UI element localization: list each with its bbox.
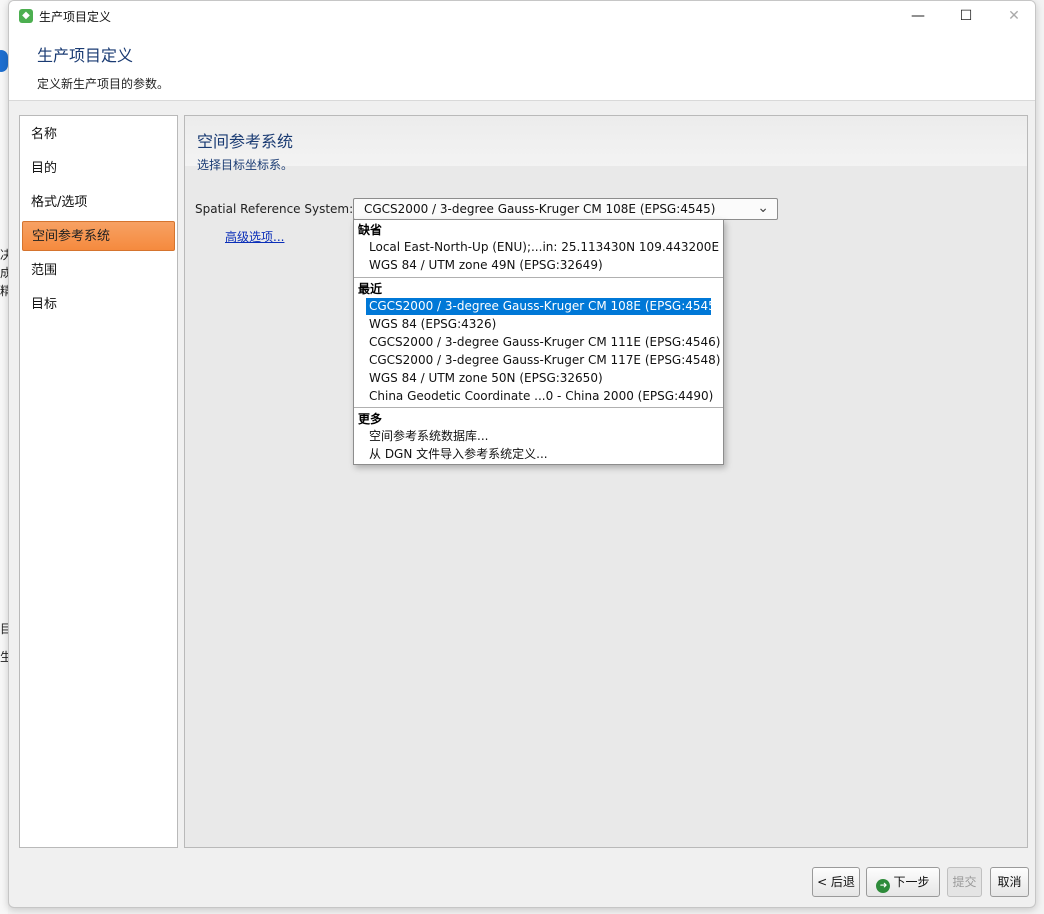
background-text-fragment: 决 bbox=[0, 248, 8, 262]
wizard-step-list: 名称 目的 格式/选项 空间参考系统 范围 目标 bbox=[19, 115, 178, 848]
wizard-window: ◆ 生产项目定义 — ☐ ✕ 生产项目定义 定义新生产项目的参数。 名称 目的 … bbox=[8, 0, 1036, 908]
background-text-fragment: 成 bbox=[0, 266, 8, 280]
arrow-right-icon: ➜ bbox=[876, 879, 891, 893]
srs-combobox-value: CGCS2000 / 3-degree Gauss-Kruger CM 108E… bbox=[364, 202, 716, 216]
group-header-more: 更多 bbox=[358, 412, 383, 426]
srs-option[interactable]: WGS 84 / UTM zone 49N (EPSG:32649) bbox=[366, 257, 711, 274]
srs-option[interactable]: China Geodetic Coordinate ...0 - China 2… bbox=[366, 388, 713, 405]
close-button[interactable]: ✕ bbox=[991, 1, 1035, 31]
background-window-icon bbox=[0, 50, 8, 72]
srs-dropdown-list: 缺省 Local East-North-Up (ENU);...in: 25.1… bbox=[353, 219, 724, 465]
srs-database-option[interactable]: 空间参考系统数据库... bbox=[366, 428, 711, 445]
srs-label: Spatial Reference System: bbox=[195, 202, 354, 216]
step-extent[interactable]: 范围 bbox=[22, 256, 175, 286]
next-button[interactable]: ➜ 下一步 bbox=[866, 867, 940, 897]
step-format-options[interactable]: 格式/选项 bbox=[22, 188, 175, 218]
app-icon: ◆ bbox=[19, 9, 33, 23]
back-button[interactable]: < 后退 bbox=[812, 867, 860, 897]
step-purpose[interactable]: 目的 bbox=[22, 154, 175, 184]
background-window-strip: 决 成 精 目 生 bbox=[0, 0, 8, 914]
chevron-down-icon[interactable]: ⌄ bbox=[757, 200, 769, 216]
group-header-default: 缺省 bbox=[358, 223, 383, 237]
srs-option[interactable]: WGS 84 / UTM zone 50N (EPSG:32650) bbox=[366, 370, 711, 387]
section-title: 空间参考系统 bbox=[197, 132, 294, 151]
background-text-fragment: 目 bbox=[0, 622, 8, 636]
srs-option[interactable]: CGCS2000 / 3-degree Gauss-Kruger CM 117E… bbox=[366, 352, 721, 369]
srs-combobox[interactable]: CGCS2000 / 3-degree Gauss-Kruger CM 108E… bbox=[353, 198, 778, 220]
window-title: 生产项目定义 bbox=[39, 10, 112, 24]
group-divider bbox=[354, 407, 723, 408]
minimize-button[interactable]: — bbox=[895, 1, 941, 31]
submit-button[interactable]: 提交 bbox=[947, 867, 982, 897]
srs-option-selected[interactable]: CGCS2000 / 3-degree Gauss-Kruger CM 108E… bbox=[366, 298, 721, 315]
background-text-fragment: 生 bbox=[0, 650, 8, 664]
import-from-dgn-option[interactable]: 从 DGN 文件导入参考系统定义... bbox=[366, 446, 711, 463]
group-header-recent: 最近 bbox=[358, 282, 383, 296]
background-text-fragment: 精 bbox=[0, 284, 8, 298]
section-subtitle: 选择目标坐标系。 bbox=[197, 158, 294, 172]
step-name[interactable]: 名称 bbox=[22, 120, 175, 150]
title-bar[interactable]: ◆ 生产项目定义 — ☐ ✕ bbox=[9, 1, 1035, 31]
next-button-label: 下一步 bbox=[893, 875, 930, 889]
cancel-button[interactable]: 取消 bbox=[990, 867, 1029, 897]
advanced-options-link[interactable]: 高级选项... bbox=[225, 228, 284, 245]
srs-option[interactable]: WGS 84 (EPSG:4326) bbox=[366, 316, 711, 333]
srs-option[interactable]: CGCS2000 / 3-degree Gauss-Kruger CM 111E… bbox=[366, 334, 721, 351]
wizard-header: 生产项目定义 定义新生产项目的参数。 bbox=[9, 31, 1035, 101]
step-spatial-reference[interactable]: 空间参考系统 bbox=[22, 221, 175, 251]
header-title: 生产项目定义 bbox=[37, 46, 134, 65]
srs-option[interactable]: Local East-North-Up (ENU);...in: 25.1134… bbox=[366, 239, 719, 256]
step-target[interactable]: 目标 bbox=[22, 290, 175, 320]
group-divider bbox=[354, 277, 723, 278]
header-subtitle: 定义新生产项目的参数。 bbox=[37, 77, 170, 91]
maximize-button[interactable]: ☐ bbox=[943, 1, 989, 31]
